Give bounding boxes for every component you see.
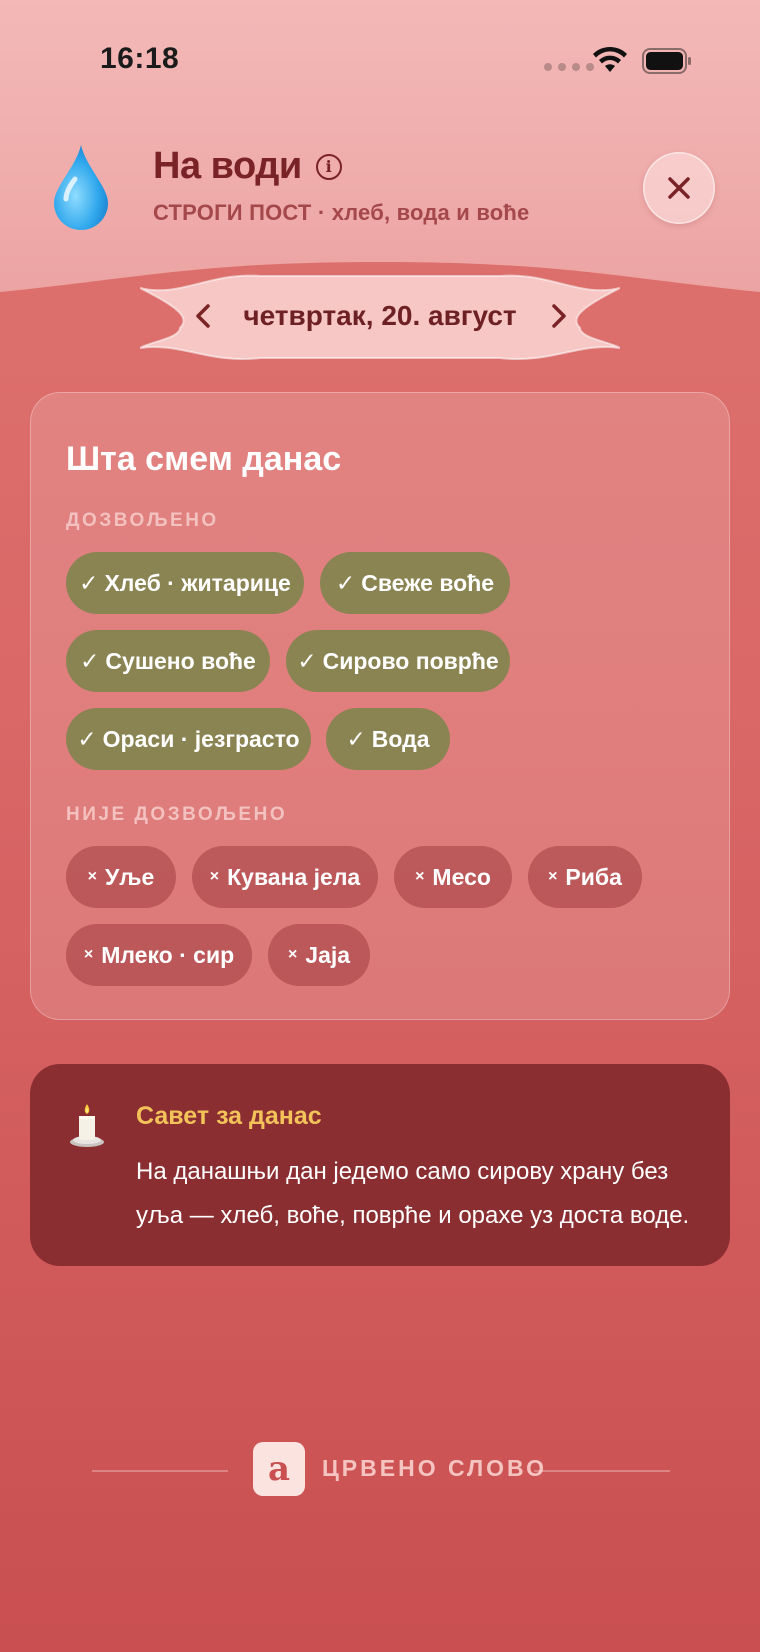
allowed-chip-water[interactable]: ✓ Вода	[326, 708, 450, 770]
footer-divider-left	[92, 1470, 228, 1472]
forbidden-chip-cooked-meals[interactable]: × Кувана јела	[192, 846, 378, 908]
previous-day-button[interactable]	[188, 298, 218, 334]
forbidden-chip-fish[interactable]: × Риба	[528, 846, 642, 908]
current-date[interactable]: четвртак, 20. август	[230, 300, 530, 332]
next-day-button[interactable]	[544, 298, 574, 334]
status-bar: 16:18	[0, 0, 760, 110]
chevron-left-icon	[196, 304, 210, 328]
allowed-chip-fresh-fruit[interactable]: ✓ Свеже воће	[320, 552, 510, 614]
brand-name: ЦРВЕНО СЛОВО	[322, 1455, 547, 1481]
water-drop-icon	[54, 145, 108, 230]
forbidden-chip-eggs[interactable]: × Јаја	[268, 924, 370, 986]
forbidden-chip-dairy[interactable]: × Млеко · сир	[66, 924, 252, 986]
forbidden-chip-meat[interactable]: × Месо	[394, 846, 512, 908]
tip-text: На данашњи дан једемо само сирову храну …	[136, 1158, 690, 1229]
close-button[interactable]	[643, 152, 715, 224]
page-title: На води	[153, 145, 302, 187]
allowed-section-label: ДОЗВОЉЕНО	[66, 510, 219, 531]
footer-divider-right	[534, 1470, 670, 1472]
wifi-icon	[593, 46, 627, 72]
forbidden-chip-oil[interactable]: × Уље	[66, 846, 176, 908]
card-title: Шта смем данас	[66, 440, 342, 478]
forbidden-section-label: НИЈЕ ДОЗВОЉЕНО	[66, 804, 288, 825]
allowed-chip-dried-fruit[interactable]: ✓ Сушено воће	[66, 630, 270, 692]
battery-icon	[642, 48, 691, 74]
info-icon[interactable]: i	[315, 153, 342, 180]
allowed-chip-raw-vegetables[interactable]: ✓ Сирово поврће	[286, 630, 510, 692]
app-logo: а	[253, 1442, 305, 1496]
cellular-signal-icon	[544, 63, 594, 71]
candle-icon	[70, 1104, 104, 1147]
tip-title: Савет за данас	[136, 1102, 322, 1130]
allowed-chip-nuts[interactable]: ✓ Ораси · језграсто	[66, 708, 311, 770]
page-subtitle: СТРОГИ ПОСТ · хлеб, вода и воће	[153, 200, 530, 225]
status-time: 16:18	[100, 42, 180, 75]
chevron-right-icon	[552, 304, 566, 328]
allowed-chip-bread[interactable]: ✓ Хлеб · житарице	[66, 552, 304, 614]
title-row: На води i	[153, 145, 342, 188]
close-icon	[668, 177, 690, 199]
